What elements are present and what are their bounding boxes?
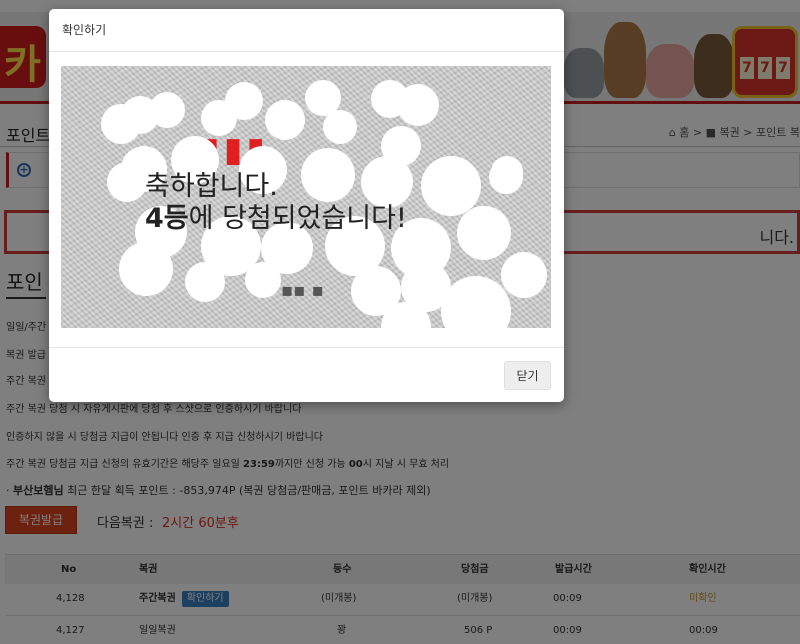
modal-footer: 닫기 (49, 347, 564, 402)
scratch-card[interactable]: ▮▮▮ ▪▪ ▪ 축하합니다. 4등에 당첨되었습니다! (61, 66, 551, 328)
scratch-underlay-art: ▪▪ ▪ (281, 280, 324, 301)
close-button[interactable]: 닫기 (504, 361, 551, 390)
modal-title: 확인하기 (49, 9, 564, 52)
win-message-line2: 4등에 당첨되었습니다! (145, 203, 407, 234)
win-rank: 4등 (145, 203, 189, 234)
confirm-modal: 확인하기 ▮▮▮ ▪▪ ▪ 축하합니다. 4등에 당첨되었습니다! 닫기 (49, 9, 564, 402)
